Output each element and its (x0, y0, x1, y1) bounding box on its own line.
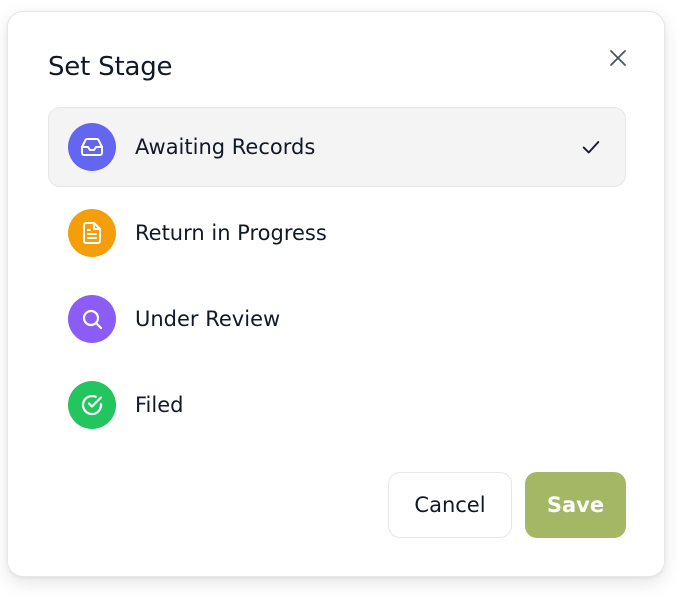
stage-options-list: Awaiting Records Return in Progress Unde… (48, 107, 626, 451)
stage-icon-badge (68, 295, 116, 343)
stage-option-label: Under Review (135, 307, 281, 331)
stage-icon-badge (68, 381, 116, 429)
stage-option-label: Filed (135, 393, 184, 417)
stage-icon-badge (68, 209, 116, 257)
stage-option-label: Return in Progress (135, 221, 327, 245)
set-stage-dialog: Set Stage Awaiting Records Return in Pro… (7, 11, 665, 577)
check-circle-icon (81, 394, 103, 416)
stage-option-filed[interactable]: Filed (48, 365, 626, 445)
inbox-icon (81, 138, 103, 156)
stage-option-under-review[interactable]: Under Review (48, 279, 626, 359)
stage-option-awaiting-records[interactable]: Awaiting Records (48, 107, 626, 187)
stage-option-label: Awaiting Records (135, 135, 316, 159)
stage-option-return-in-progress[interactable]: Return in Progress (48, 193, 626, 273)
close-icon (610, 50, 626, 66)
document-icon (83, 222, 101, 244)
selected-check-icon (579, 135, 603, 159)
dialog-title: Set Stage (48, 52, 173, 82)
search-icon (82, 309, 103, 330)
save-button[interactable]: Save (525, 472, 626, 538)
stage-icon-badge (68, 123, 116, 171)
close-button[interactable] (606, 46, 630, 70)
cancel-button[interactable]: Cancel (388, 472, 512, 538)
